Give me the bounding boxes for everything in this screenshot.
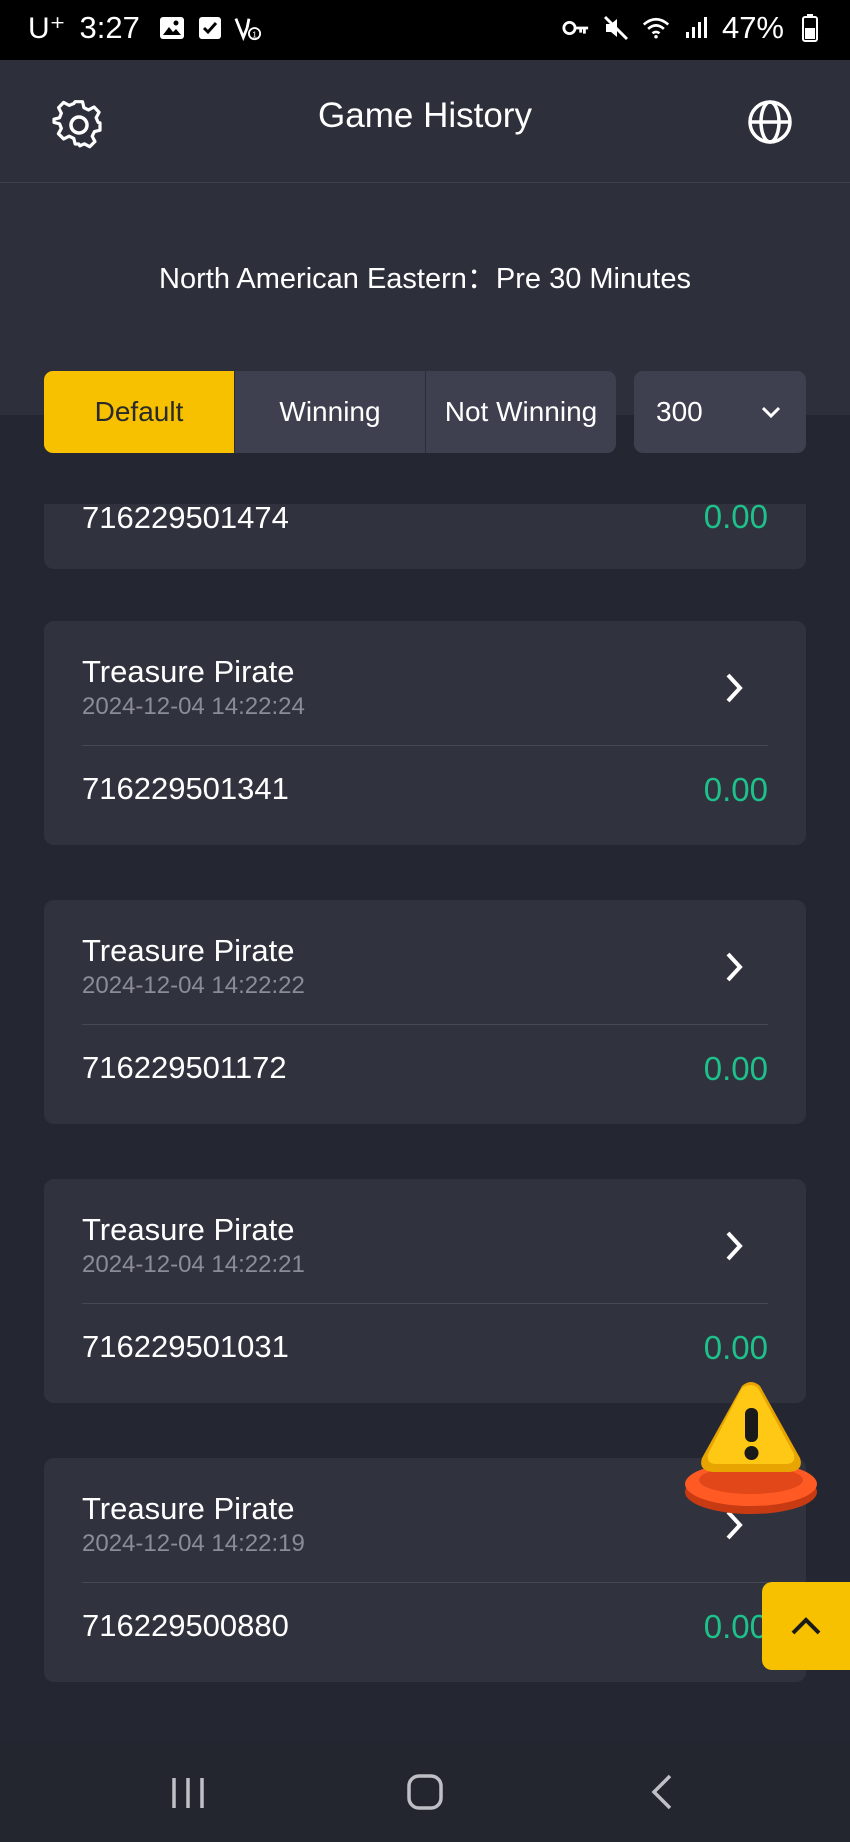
record-amount: 0.00 (703, 504, 768, 535)
mute-icon (602, 14, 630, 42)
status-bar: U⁺ 3:27 1 47% (0, 0, 850, 60)
page-title: Game History (318, 96, 532, 135)
game-name: Treasure Pirate (82, 1491, 295, 1526)
list-item[interactable]: Treasure Pirate 2024-12-04 14:22:22 7162… (44, 900, 806, 1124)
svg-text:1: 1 (252, 29, 257, 39)
status-left: U⁺ 3:27 1 (28, 10, 262, 46)
record-date: 2024-12-04 14:22:22 (82, 972, 305, 999)
list-item[interactable]: 716229501474 0.00 (44, 504, 806, 569)
tab-default[interactable]: Default (44, 371, 235, 453)
recents-icon (172, 1778, 204, 1808)
record-count-select[interactable]: 300 (634, 371, 806, 453)
globe-icon (748, 100, 792, 144)
card-divider (82, 1582, 768, 1583)
game-name: Treasure Pirate (82, 933, 295, 968)
record-date: 2024-12-04 14:22:21 (82, 1251, 305, 1278)
card-divider (82, 745, 768, 746)
wifi-calling-icon: 1 (234, 14, 262, 42)
image-notification-icon (158, 14, 186, 42)
status-right: 47% (562, 10, 824, 46)
list-item[interactable]: Treasure Pirate 2024-12-04 14:22:24 7162… (44, 621, 806, 845)
record-count-value: 300 (656, 396, 703, 427)
record-id: 716229500880 (82, 1608, 289, 1643)
record-amount: 0.00 (703, 1608, 768, 1645)
home-button[interactable] (395, 1770, 455, 1814)
home-icon (407, 1774, 443, 1810)
language-button[interactable] (746, 98, 794, 146)
app-header: Game History (0, 60, 850, 183)
chevron-right-icon (726, 1231, 743, 1261)
card-divider (82, 1303, 768, 1304)
status-time: 3:27 (79, 10, 140, 45)
tab-not-winning[interactable]: Not Winning (426, 371, 616, 453)
checkbox-notification-icon (196, 14, 224, 42)
alert-badge-button[interactable] (682, 1380, 820, 1520)
chevron-up-icon (791, 1617, 821, 1635)
chevron-right-icon (726, 673, 743, 703)
record-id: 716229501474 (82, 504, 289, 535)
filter-row: Default Winning Not Winning 300 (44, 371, 806, 453)
card-divider (82, 1024, 768, 1025)
chevron-down-icon (761, 406, 781, 419)
warning-icon (685, 1382, 817, 1514)
vpn-key-icon (562, 14, 590, 42)
history-list: 716229501474 0.00 Treasure Pirate 2024-1… (0, 504, 850, 1744)
battery-percent: 47% (721, 10, 784, 45)
record-amount: 0.00 (703, 1329, 768, 1366)
back-button[interactable] (634, 1770, 694, 1814)
game-name: Treasure Pirate (82, 1212, 295, 1247)
record-id: 716229501031 (82, 1329, 289, 1364)
record-date: 2024-12-04 14:22:24 (82, 693, 305, 720)
scroll-to-top-button[interactable] (762, 1582, 850, 1670)
tab-winning[interactable]: Winning (235, 371, 426, 453)
list-item[interactable]: Treasure Pirate 2024-12-04 14:22:21 7162… (44, 1179, 806, 1403)
carrier-label: U⁺ (28, 11, 66, 45)
timezone-label: North American Eastern：Pre 30 Minutes (159, 263, 691, 295)
game-name: Treasure Pirate (82, 654, 295, 689)
system-nav-bar (0, 1742, 850, 1842)
recents-button[interactable] (158, 1770, 218, 1814)
battery-icon (796, 14, 824, 42)
record-id: 716229501172 (82, 1050, 287, 1085)
record-id: 716229501341 (82, 771, 289, 806)
signal-icon (682, 14, 710, 42)
record-amount: 0.00 (703, 771, 768, 808)
wifi-icon (642, 14, 670, 42)
screen: U⁺ 3:27 1 47% Game History North America… (0, 0, 850, 1842)
chevron-right-icon (726, 952, 743, 982)
back-icon (651, 1774, 672, 1810)
result-filter-tabs: Default Winning Not Winning (44, 371, 616, 453)
record-date: 2024-12-04 14:22:19 (82, 1530, 305, 1557)
record-amount: 0.00 (703, 1050, 768, 1087)
